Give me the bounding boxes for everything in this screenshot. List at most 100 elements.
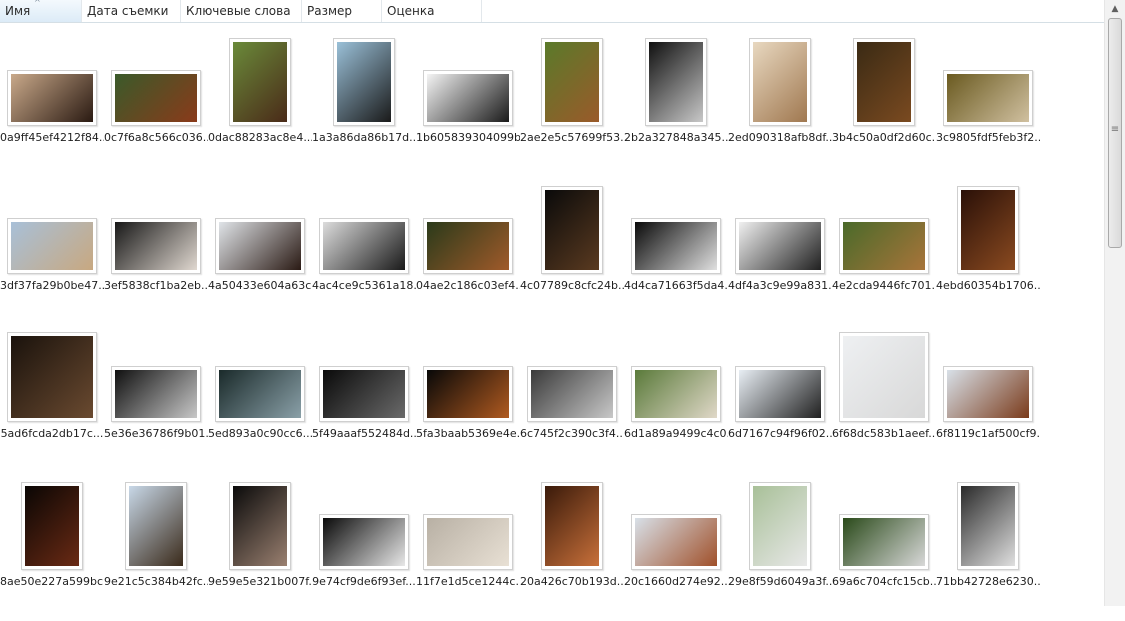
file-name: 3df37fa29b0be47... — [0, 279, 104, 292]
column-header-date-taken[interactable]: Дата съемки — [82, 0, 181, 22]
file-thumbnail — [631, 218, 721, 274]
photo-image — [115, 222, 197, 270]
file-thumbnail — [319, 218, 409, 274]
file-item[interactable]: 6d1a89a9499c4c0... — [624, 323, 728, 473]
photo-image — [843, 222, 925, 270]
file-name: 04ae2c186c03ef4... — [416, 279, 520, 292]
file-name: 6c745f2c390c3f4... — [520, 427, 624, 440]
photo-image — [129, 486, 183, 566]
photo-image — [843, 518, 925, 566]
photo-image — [25, 486, 79, 566]
file-thumbnail — [839, 332, 929, 422]
file-thumbnail — [7, 70, 97, 126]
file-thumbnail — [631, 366, 721, 422]
file-item[interactable]: 20c1660d274e92... — [624, 471, 728, 621]
file-name: 4e2cda9446fc701... — [832, 279, 936, 292]
column-header-size[interactable]: Размер — [302, 0, 382, 22]
file-item[interactable]: 29e8f59d6049a3f... — [728, 471, 832, 621]
sort-ascending-icon: ^ — [34, 0, 41, 7]
file-thumbnail — [853, 38, 915, 126]
photo-image — [961, 486, 1015, 566]
photo-image — [233, 42, 287, 122]
file-thumbnail — [333, 38, 395, 126]
column-header-label: Ключевые слова — [186, 4, 291, 18]
file-item[interactable]: 4d4ca71663f5da4... — [624, 175, 728, 325]
file-thumbnail — [943, 70, 1033, 126]
photo-image — [947, 370, 1029, 418]
column-header-name[interactable]: ^ Имя — [0, 0, 82, 22]
photo-image — [635, 370, 717, 418]
column-header-bar: ^ Имя Дата съемки Ключевые слова Размер … — [0, 0, 1104, 23]
file-thumbnail — [423, 218, 513, 274]
file-item[interactable]: 69a6c704cfc15cb... — [832, 471, 936, 621]
file-item[interactable]: 5ad6fcda2db17c... — [0, 323, 104, 473]
file-item[interactable]: 0a9ff45ef4212f84... — [0, 27, 104, 177]
file-name: 2ed090318afb8df... — [728, 131, 832, 144]
column-header-keywords[interactable]: Ключевые слова — [181, 0, 302, 22]
column-header-label: Оценка — [387, 4, 435, 18]
file-thumbnail — [749, 482, 811, 570]
file-item[interactable]: 2b2a327848a345... — [624, 27, 728, 177]
file-item[interactable]: 3b4c50a0df2d60c... — [832, 27, 936, 177]
file-item[interactable]: 9e59e5e321b007f... — [208, 471, 312, 621]
photo-image — [739, 222, 821, 270]
file-item[interactable]: 3c9805fdf5feb3f2... — [936, 27, 1040, 177]
file-item[interactable]: 8ae50e227a599bc... — [0, 471, 104, 621]
file-item[interactable]: 9e74cf9de6f93ef... — [312, 471, 416, 621]
file-item[interactable]: 4a50433e604a63c... — [208, 175, 312, 325]
file-name: 2b2a327848a345... — [624, 131, 728, 144]
file-item[interactable]: 0dac88283ac8e4... — [208, 27, 312, 177]
file-item[interactable]: 5f49aaaf552484d... — [312, 323, 416, 473]
file-item[interactable]: 1a3a86da86b17d... — [312, 27, 416, 177]
file-item[interactable]: 11f7e1d5ce1244c... — [416, 471, 520, 621]
file-item[interactable]: 6d7167c94f96f02... — [728, 323, 832, 473]
file-item[interactable]: 5e36e36786f9b01... — [104, 323, 208, 473]
photo-image — [219, 222, 301, 270]
photo-image — [323, 370, 405, 418]
file-name: 9e74cf9de6f93ef... — [312, 575, 416, 588]
file-item[interactable]: 4ebd60354b1706... — [936, 175, 1040, 325]
column-header-rating[interactable]: Оценка — [382, 0, 482, 22]
file-item[interactable]: 4df4a3c9e99a831... — [728, 175, 832, 325]
file-thumbnail — [735, 218, 825, 274]
file-item[interactable]: 5ed893a0c90cc6... — [208, 323, 312, 473]
photo-image — [323, 518, 405, 566]
file-item[interactable]: 20a426c70b193d... — [520, 471, 624, 621]
file-thumbnail — [735, 366, 825, 422]
photo-image — [427, 518, 509, 566]
file-item[interactable]: 0c7f6a8c566c036... — [104, 27, 208, 177]
photo-image — [961, 190, 1015, 270]
file-thumbnail — [319, 514, 409, 570]
file-item[interactable]: 4ac4ce9c5361a18... — [312, 175, 416, 325]
file-name: 0dac88283ac8e4... — [208, 131, 312, 144]
file-item[interactable]: 3df37fa29b0be47... — [0, 175, 104, 325]
photo-image — [649, 42, 703, 122]
file-item[interactable]: 71bb42728e6230... — [936, 471, 1040, 621]
file-item[interactable]: 5fa3baab5369e4e... — [416, 323, 520, 473]
file-name: 69a6c704cfc15cb... — [832, 575, 936, 588]
file-name: 6d7167c94f96f02... — [728, 427, 832, 440]
vertical-scrollbar[interactable]: ▲ ≡ — [1104, 0, 1125, 606]
file-name: 0c7f6a8c566c036... — [104, 131, 208, 144]
file-item[interactable]: 4e2cda9446fc701... — [832, 175, 936, 325]
file-item[interactable]: 4c07789c8cfc24b... — [520, 175, 624, 325]
file-name: 9e59e5e321b007f... — [208, 575, 312, 588]
scrollbar-thumb[interactable]: ≡ — [1108, 18, 1122, 248]
file-item[interactable]: 9e21c5c384b42fc... — [104, 471, 208, 621]
column-header-label: Дата съемки — [87, 4, 169, 18]
file-item[interactable]: 6c745f2c390c3f4... — [520, 323, 624, 473]
file-name: 4ebd60354b1706... — [936, 279, 1040, 292]
file-item[interactable]: 2ae2e5c57699f53... — [520, 27, 624, 177]
file-item[interactable]: 1b605839304099b... — [416, 27, 520, 177]
photo-image — [337, 42, 391, 122]
scroll-up-arrow-icon[interactable]: ▲ — [1107, 2, 1123, 16]
file-item[interactable]: 2ed090318afb8df... — [728, 27, 832, 177]
file-thumbnail — [111, 218, 201, 274]
file-item[interactable]: 04ae2c186c03ef4... — [416, 175, 520, 325]
file-item[interactable]: 6f8119c1af500cf9... — [936, 323, 1040, 473]
file-item[interactable]: 6f68dc583b1aeef... — [832, 323, 936, 473]
file-thumbnail — [229, 38, 291, 126]
file-name: 29e8f59d6049a3f... — [728, 575, 832, 588]
file-name: 20a426c70b193d... — [520, 575, 624, 588]
file-item[interactable]: 3ef5838cf1ba2eb... — [104, 175, 208, 325]
